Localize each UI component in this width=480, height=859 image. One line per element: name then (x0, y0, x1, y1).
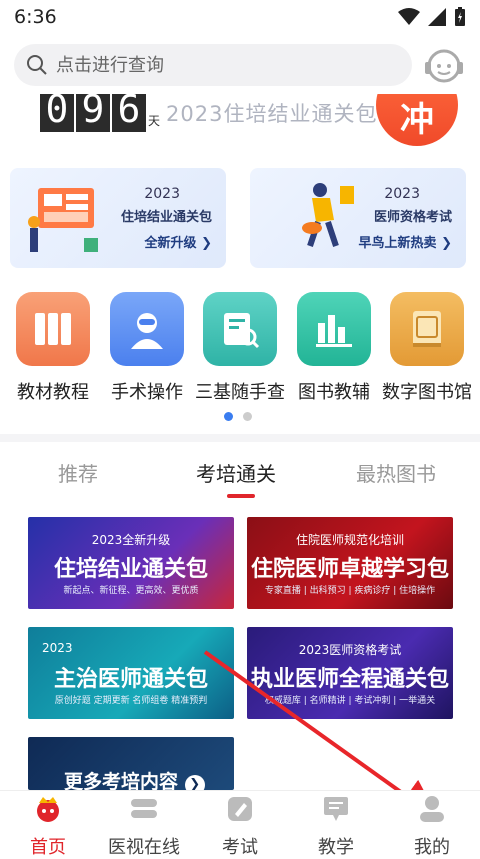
more-courses-label: 更多考培内容 (64, 771, 179, 790)
chevron-right-icon: ❯ (441, 236, 452, 251)
bottom-tab-bar: 首页 医视在线 考试 教学 我的 (0, 790, 480, 858)
status-bar: 6:36 (0, 0, 480, 34)
course-banner-title: 执业医师全程通关包 (250, 667, 449, 692)
category-grid: 教材教程 手术操作 三基随手查 图书教辅 数字图书馆 (0, 292, 480, 412)
course-banner[interactable]: 住院医师规范化培训 住院医师卓越学习包 专家直播 | 出科预习 | 疾病诊疗 |… (247, 517, 453, 609)
promo-title: 2023住培结业通关包 (166, 102, 378, 126)
tabbar-item-video[interactable]: 医视在线 (96, 795, 192, 859)
teaching-board-icon (324, 797, 348, 821)
search-input[interactable] (56, 54, 386, 76)
course-banner-title: 主治医师通关包 (53, 667, 208, 692)
page-dot-active (224, 412, 233, 421)
tab-hot-books[interactable]: 最热图书 (356, 458, 436, 487)
search-bar[interactable] (14, 44, 412, 86)
tab-active-indicator (227, 494, 255, 498)
card-title: 医师资格考试 (373, 210, 452, 225)
card-year: 2023 (384, 186, 420, 202)
course-banner[interactable]: 2023医师资格考试 执业医师全程通关包 权威题库 | 名师精讲 | 考试冲刺 … (247, 627, 453, 719)
course-banner[interactable]: 2023全新升级 住培结业通关包 新起点、新征程、更高效、更优质 (28, 517, 234, 609)
feature-cards: 2023 住培结业通关包 全新升级 ❯ 2023 医师资格考试 早鸟上新热卖 ❯ (10, 168, 470, 268)
wifi-icon (398, 8, 420, 25)
card-title: 住培结业通关包 (120, 210, 212, 225)
tabbar-label: 我的 (414, 837, 450, 858)
grid-item-digital-library[interactable]: 数字图书馆 (380, 292, 474, 404)
course-banner-top: 2023全新升级 (91, 533, 171, 547)
grid-item-surgery[interactable]: 手术操作 (100, 292, 194, 404)
signal-icon (428, 8, 446, 26)
user-profile-icon (420, 796, 444, 822)
card-residency-pack[interactable]: 2023 住培结业通关包 全新升级 ❯ (10, 168, 226, 268)
search-icon (27, 55, 47, 75)
more-courses-banner[interactable]: 更多考培内容 ❯ (28, 737, 234, 790)
countdown-digit: 9 (76, 94, 110, 132)
whiteboard-illustration-icon (28, 188, 98, 252)
tabbar-label: 教学 (318, 837, 354, 858)
course-banner-sub: 新起点、新征程、更高效、更优质 (63, 586, 199, 596)
search-doc-icon (203, 292, 277, 366)
card-cta-label: 全新升级 (144, 236, 197, 251)
course-banner-top: 2023医师资格考试 (298, 643, 402, 657)
countdown-unit: 天 (148, 114, 161, 128)
search-row (0, 36, 480, 94)
surgeon-icon (110, 292, 184, 366)
tab-exam-training[interactable]: 考培通关 (196, 458, 276, 487)
chevron-right-icon: ❯ (201, 236, 212, 251)
books-icon (16, 292, 90, 366)
tabbar-item-teaching[interactable]: 教学 (288, 795, 384, 859)
grid-label: 三基随手查 (195, 382, 285, 403)
promo-button[interactable]: 冲 (376, 94, 458, 146)
tabbar-label: 医视在线 (108, 837, 180, 858)
battery-icon (455, 7, 465, 26)
grid-label: 手术操作 (111, 382, 183, 403)
card-cta-label: 早鸟上新热卖 (358, 236, 437, 251)
status-time: 6:36 (14, 6, 57, 28)
countdown-digit: 0 (40, 94, 74, 132)
card-year: 2023 (144, 186, 180, 202)
content-tabs: 推荐 考培通关 最热图书 (0, 450, 480, 500)
page-dot (243, 412, 252, 421)
course-banner-title: 住院医师卓越学习包 (250, 557, 449, 582)
library-book-icon (390, 292, 464, 366)
arrow-circle-icon: ❯ (184, 775, 205, 790)
card-license-exam[interactable]: 2023 医师资格考试 早鸟上新热卖 ❯ (250, 168, 466, 268)
grid-item-textbooks[interactable]: 教材教程 (6, 292, 100, 404)
tab-recommend[interactable]: 推荐 (58, 458, 98, 487)
course-banner[interactable]: 2023 主治医师通关包 原创好题 定期更新 名师组卷 精准预判 (28, 627, 234, 719)
course-banner-sub: 专家直播 | 出科预习 | 疾病诊疗 | 住培操作 (264, 586, 436, 596)
course-banner-sub: 权威题库 | 名师精讲 | 考试冲刺 | 一举通关 (264, 696, 436, 706)
tabbar-label: 考试 (222, 837, 258, 858)
video-online-icon (131, 799, 157, 818)
grid-label: 教材教程 (17, 382, 89, 403)
home-mascot-icon (37, 797, 59, 822)
course-banner-top: 2023 (42, 641, 73, 655)
countdown-digit: 6 (112, 94, 146, 132)
exam-pencil-icon (228, 797, 252, 821)
grid-item-study-aids[interactable]: 图书教辅 (287, 292, 381, 404)
page-indicator (224, 412, 252, 421)
tabbar-item-mine[interactable]: 我的 (384, 795, 480, 859)
grid-item-quick-lookup[interactable]: 三基随手查 (193, 292, 287, 404)
course-banner-sub: 原创好题 定期更新 名师组卷 精准预判 (54, 696, 208, 706)
bar-chart-icon (297, 292, 371, 366)
section-divider (0, 434, 480, 442)
tabbar-item-exam[interactable]: 考试 (192, 795, 288, 859)
tabbar-item-home[interactable]: 首页 (0, 795, 96, 859)
tabbar-label: 首页 (30, 837, 66, 858)
customer-service-icon[interactable] (422, 44, 466, 88)
grid-label: 数字图书馆 (382, 382, 472, 403)
promo-banner[interactable]: 0 9 6 天 2023住培结业通关包 冲 (0, 94, 480, 154)
course-banner-top: 住院医师规范化培训 (295, 533, 404, 547)
card-cta: 全新升级 ❯ (145, 232, 212, 251)
course-banner-title: 住培结业通关包 (53, 557, 208, 582)
grid-label: 图书教辅 (298, 382, 370, 403)
card-cta: 早鸟上新热卖 ❯ (359, 232, 452, 251)
more-courses-title: 更多考培内容 ❯ (28, 767, 234, 790)
